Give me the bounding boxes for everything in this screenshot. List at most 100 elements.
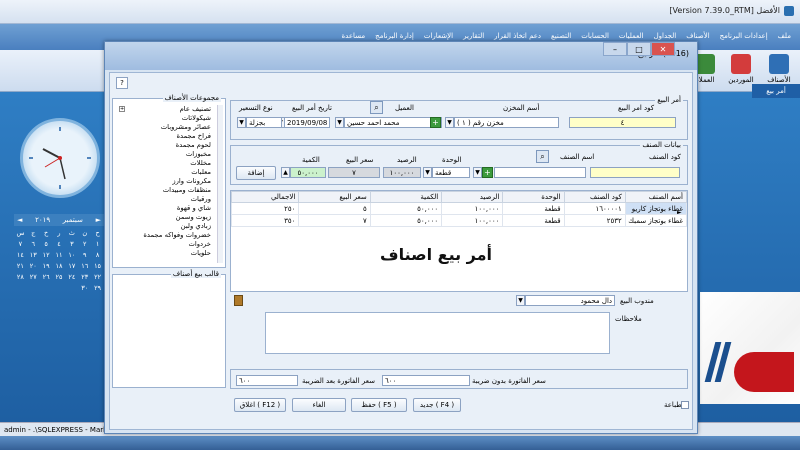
- unit-select[interactable]: قطعة: [432, 167, 470, 178]
- calendar-day[interactable]: ١١: [53, 251, 66, 259]
- column-header[interactable]: سعر البيع: [298, 191, 371, 203]
- close-icon[interactable]: ✕: [651, 42, 675, 56]
- add-item-button[interactable]: إضافة: [236, 166, 276, 180]
- tree-item[interactable]: تصنيف عام: [117, 105, 217, 114]
- save-button[interactable]: حفظ ( F5 ): [351, 398, 407, 412]
- document-tab[interactable]: أمر بيع: [752, 84, 800, 98]
- calendar-day[interactable]: [53, 284, 66, 292]
- menu-item[interactable]: الإشعارات: [419, 32, 458, 40]
- close-button[interactable]: اغلاق ( F12 ): [234, 398, 286, 412]
- order-number-field[interactable]: ٤: [569, 117, 676, 128]
- tree-item[interactable]: زيوت وسمن: [117, 213, 217, 222]
- calendar-prev-icon[interactable]: ►: [96, 216, 101, 224]
- tree-item[interactable]: فراخ مجمدة: [117, 132, 217, 141]
- add-customer-icon[interactable]: +: [430, 117, 441, 128]
- calendar-day[interactable]: ٦: [27, 240, 40, 248]
- table-cell[interactable]: ٥٠,٠٠٠: [369, 202, 443, 215]
- tree-item[interactable]: شيكولاتات: [117, 114, 217, 123]
- tree-item[interactable]: لحوم مجمدة: [117, 141, 217, 150]
- menu-item[interactable]: مساعدة: [337, 32, 371, 40]
- calendar-day[interactable]: ٢٤: [65, 273, 78, 281]
- calendar-day[interactable]: ١٢: [40, 251, 53, 259]
- sales-rep-select[interactable]: دال محمود: [525, 295, 615, 306]
- qty-field[interactable]: ٥٠,٠٠٠: [290, 167, 326, 178]
- item-dropdown-icon[interactable]: ▼: [473, 167, 482, 178]
- tree-item[interactable]: مخبوزات: [117, 150, 217, 159]
- calendar-day[interactable]: ٩: [78, 251, 91, 259]
- table-cell[interactable]: ٧: [298, 214, 371, 227]
- menu-item[interactable]: الجداول: [649, 32, 682, 40]
- menu-item[interactable]: إدارة البرنامج: [370, 32, 419, 40]
- unit-dropdown-icon[interactable]: ▼: [423, 167, 432, 178]
- calendar-day[interactable]: ٧: [14, 240, 27, 248]
- print-checkbox[interactable]: [681, 401, 689, 409]
- customer-search-icon[interactable]: ⌕: [370, 101, 383, 114]
- menu-item[interactable]: الحسابات: [576, 32, 614, 40]
- menu-item[interactable]: ملف: [773, 32, 796, 40]
- calendar-day[interactable]: ٢٢: [91, 273, 104, 281]
- calendar-day[interactable]: ٢٩: [91, 284, 104, 292]
- tree-expand-icon[interactable]: +: [119, 106, 125, 112]
- table-cell[interactable]: ٥٠,٠٠٠: [369, 214, 443, 227]
- price-type-dropdown-icon[interactable]: ▼: [237, 117, 246, 128]
- cancel-button[interactable]: الغاء: [292, 398, 346, 412]
- table-row[interactable]: غطاء بوتجاز كاريو ١٦٠٠٠٠١ قطعة ١٠٠,٠٠٠ ٥٠,٠٠…: [230, 202, 688, 215]
- calendar-day[interactable]: ١٣: [27, 251, 40, 259]
- calendar-day[interactable]: ٢٦: [40, 273, 53, 281]
- tree-item[interactable]: ورقيات: [117, 195, 217, 204]
- customer-field[interactable]: محمد احمد حسين: [344, 117, 442, 128]
- tree-item[interactable]: معلبات: [117, 168, 217, 177]
- table-cell[interactable]: ٣٥٠: [230, 214, 300, 227]
- calendar-day[interactable]: [27, 284, 40, 292]
- tree-item[interactable]: خضروات وفواكه مجمدة: [117, 231, 217, 240]
- sales-rep-dropdown-icon[interactable]: ▼: [516, 295, 525, 306]
- calendar-day[interactable]: ٢٥: [53, 273, 66, 281]
- calendar-day[interactable]: ٤: [53, 240, 66, 248]
- table-cell[interactable]: ١٦٠٠٠٠١: [563, 202, 626, 215]
- column-header[interactable]: أسم الصنف: [624, 191, 688, 203]
- calendar-day[interactable]: ٢٣: [78, 273, 91, 281]
- item-search-icon[interactable]: ⌕: [536, 150, 549, 163]
- table-cell[interactable]: ٥: [298, 202, 371, 215]
- calendar-day[interactable]: ١٨: [53, 262, 66, 270]
- menu-item[interactable]: التقارير: [458, 32, 489, 40]
- menu-item[interactable]: التصنيع: [546, 32, 576, 40]
- calendar-day[interactable]: ١٩: [40, 262, 53, 270]
- calendar-next-icon[interactable]: ◄: [17, 216, 22, 224]
- menu-item[interactable]: إعدادات البرنامج: [715, 32, 773, 40]
- warehouse-dropdown-icon[interactable]: ▼: [445, 117, 454, 128]
- calendar-day[interactable]: ١٠: [65, 251, 78, 259]
- tree-item[interactable]: منظفات ومبيدات: [117, 186, 217, 195]
- column-header[interactable]: الكمية: [369, 191, 443, 203]
- notes-field[interactable]: [265, 312, 610, 354]
- calendar-day[interactable]: ١٥: [91, 262, 104, 270]
- calendar-day[interactable]: ١٤: [14, 251, 27, 259]
- calendar-day[interactable]: [65, 284, 78, 292]
- column-header[interactable]: كود الصنف: [563, 191, 626, 203]
- menu-item[interactable]: دعم اتخاذ القرار: [489, 32, 546, 40]
- table-cell[interactable]: قطعة: [502, 202, 565, 215]
- maximize-icon[interactable]: □: [627, 42, 651, 56]
- add-item-icon[interactable]: +: [482, 167, 493, 178]
- menu-item[interactable]: العمليات: [614, 32, 649, 40]
- calendar-day[interactable]: ٣: [65, 240, 78, 248]
- calendar-day[interactable]: [40, 284, 53, 292]
- calendar-day[interactable]: ٨: [91, 251, 104, 259]
- column-header[interactable]: الرصيد: [441, 191, 504, 203]
- calendar-day[interactable]: ٢: [78, 240, 91, 248]
- table-cell[interactable]: ٢٥٠: [230, 202, 300, 215]
- warehouse-select[interactable]: مخزن رقم ( ١ ): [454, 117, 559, 128]
- tree-item[interactable]: مكرونات وارز: [117, 177, 217, 186]
- table-cell[interactable]: ٢٥٣٢: [563, 214, 626, 227]
- tree-item[interactable]: زبادي ولبن: [117, 222, 217, 231]
- attachment-icon[interactable]: [234, 295, 243, 306]
- calendar-day[interactable]: ٢٠: [27, 262, 40, 270]
- calendar-day[interactable]: ١: [91, 240, 104, 248]
- calendar-day[interactable]: ١٧: [65, 262, 78, 270]
- table-cell[interactable]: قطعة: [502, 214, 565, 227]
- item-name-field[interactable]: [494, 167, 586, 178]
- calendar-day[interactable]: ١٦: [78, 262, 91, 270]
- calendar-day[interactable]: ٢١: [14, 262, 27, 270]
- item-code-field[interactable]: [590, 167, 680, 178]
- tree-scrollbar[interactable]: [217, 105, 223, 263]
